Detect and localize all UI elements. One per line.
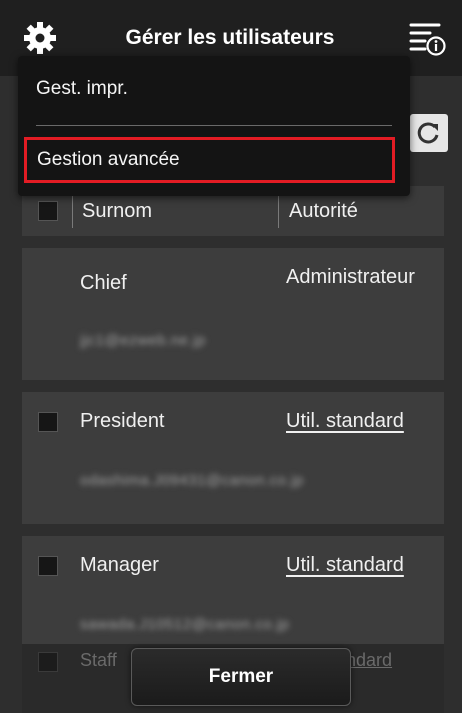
user-name: Manager xyxy=(80,554,159,576)
column-header-authority: Autorité xyxy=(289,200,358,222)
close-button[interactable]: Fermer xyxy=(131,648,351,706)
row-checkbox[interactable] xyxy=(38,412,58,432)
user-role-link[interactable]: Util. standard xyxy=(286,554,404,577)
select-all-checkbox[interactable] xyxy=(38,201,58,221)
manage-users-screen: Gérer les utilisateurs Surnom Autorité C… xyxy=(0,0,462,713)
menu-item-label: Gestion avancée xyxy=(37,149,180,170)
page-title: Gérer les utilisateurs xyxy=(125,26,335,49)
user-email: odashima.J09431@canon.co.jp xyxy=(80,472,304,489)
user-name: Staff xyxy=(80,650,117,670)
column-header-nickname: Surnom xyxy=(82,200,153,222)
user-role: Administrateur xyxy=(286,266,415,288)
list-item[interactable]: President Util. standard odashima.J09431… xyxy=(22,392,444,524)
refresh-icon xyxy=(417,122,439,144)
user-role-link[interactable]: Util. standard xyxy=(286,410,404,433)
dropdown-menu: Gest. impr. Gestion avancée xyxy=(18,56,410,196)
list-item[interactable]: Chief Administrateur jjc1@ezweb.ne.jp xyxy=(22,248,444,380)
user-name: President xyxy=(80,410,165,432)
menu-divider xyxy=(36,125,392,126)
row-checkbox[interactable] xyxy=(38,652,58,672)
refresh-button[interactable] xyxy=(410,114,448,152)
menu-info-icon[interactable] xyxy=(408,18,446,58)
gear-icon[interactable] xyxy=(22,20,58,56)
menu-item-advanced-management[interactable]: Gestion avancée xyxy=(24,137,395,183)
user-email: sawada.J10512@canon.co.jp xyxy=(80,616,290,633)
row-checkbox[interactable] xyxy=(38,556,58,576)
user-email: jjc1@ezweb.ne.jp xyxy=(80,332,206,349)
menu-item-printer-management[interactable]: Gest. impr. xyxy=(36,78,128,106)
user-name: Chief xyxy=(80,272,127,294)
